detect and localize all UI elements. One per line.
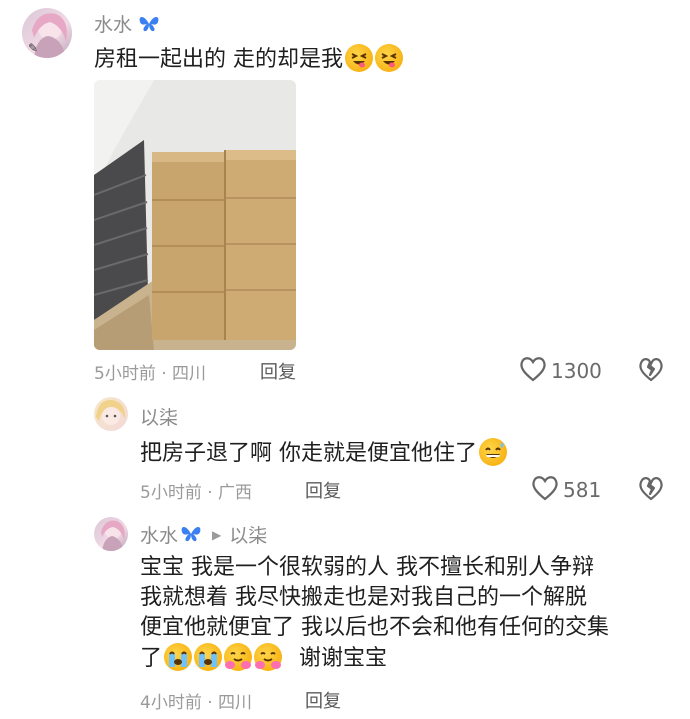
comment-text: 房租一起出的 走的却是我 [94, 44, 403, 75]
like-count: 581 [563, 478, 602, 502]
hugging-emoji-icon [224, 643, 253, 671]
reply-label[interactable]: 回复 [305, 481, 341, 502]
reply-label[interactable]: 回复 [305, 691, 341, 712]
username-text[interactable]: 水水 [140, 521, 178, 548]
svg-text:✎: ✎ [28, 41, 38, 55]
like-count: 1300 [551, 359, 602, 383]
comment-username[interactable]: 水水 ▶ 以柒 [140, 521, 267, 548]
reply-button[interactable]: 回复 [260, 358, 296, 384]
username-text[interactable]: 水水 [94, 14, 132, 36]
butterfly-icon [138, 14, 160, 36]
comment-body: 把房子退了啊 你走就是便宜他住了 [140, 441, 477, 466]
comment-meta: 5小时前 · 四川 [94, 359, 206, 384]
comment-line: 了 谢谢宝宝 [140, 643, 609, 674]
time-location: 5小时前 · 广西 [140, 483, 253, 503]
dislike-button[interactable] [638, 357, 664, 387]
comment-line: 便宜他就便宜了 我以后也不会和他有任何的交集 [140, 615, 609, 640]
comment-username[interactable]: 以柒 [140, 403, 178, 430]
comment-username[interactable]: 水水 [94, 10, 160, 37]
comment-line-text: 了 [140, 646, 163, 671]
dislike-button[interactable] [638, 476, 664, 506]
reply-button[interactable]: 回复 [305, 477, 341, 503]
comment-line: 宝宝 我是一个很软弱的人 我不擅长和别人争辩 [140, 555, 594, 580]
reply-label[interactable]: 回复 [260, 362, 296, 383]
reply-arrow-icon: ▶ [212, 527, 222, 542]
avatar-shuishui[interactable]: ✎ [22, 8, 72, 58]
comment-meta: 4小时前 · 四川 [140, 688, 252, 713]
comment-text: 宝宝 我是一个很软弱的人 我不擅长和别人争辩 我就想着 我尽快搬走也是对我自己的… [140, 553, 609, 674]
laughing-tongue-emoji-icon [375, 44, 403, 72]
avatar-shuishui[interactable] [94, 517, 128, 551]
broken-heart-icon[interactable] [638, 477, 664, 506]
heart-outline-icon[interactable] [519, 356, 547, 386]
laughing-tongue-emoji-icon [345, 44, 373, 72]
comment-text: 把房子退了啊 你走就是便宜他住了 [140, 438, 507, 469]
sweat-smile-emoji-icon [479, 438, 507, 466]
broken-heart-icon[interactable] [638, 358, 664, 387]
butterfly-icon [180, 524, 202, 546]
loudly-crying-emoji-icon [164, 643, 193, 671]
comment-body: 房租一起出的 走的却是我 [94, 47, 343, 72]
loudly-crying-emoji-icon [194, 643, 223, 671]
comment-line: 我就想着 我尽快搬走也是对我自己的一个解脱 [140, 585, 587, 610]
like-button[interactable]: 581 [531, 475, 601, 505]
hugging-emoji-icon [254, 643, 283, 671]
time-location: 5小时前 · 四川 [94, 364, 207, 384]
comment-photo[interactable] [94, 80, 296, 350]
comment-meta: 5小时前 · 广西 [140, 478, 252, 503]
reply-button[interactable]: 回复 [305, 687, 341, 713]
comment-tail-text: 谢谢宝宝 [299, 646, 388, 671]
avatar-yiqi[interactable] [94, 397, 128, 431]
like-button[interactable]: 1300 [519, 356, 602, 386]
username-text[interactable]: 以柒 [140, 407, 178, 429]
heart-outline-icon[interactable] [531, 475, 559, 505]
reply-to-username[interactable]: 以柒 [229, 521, 267, 548]
time-location: 4小时前 · 四川 [140, 693, 253, 713]
